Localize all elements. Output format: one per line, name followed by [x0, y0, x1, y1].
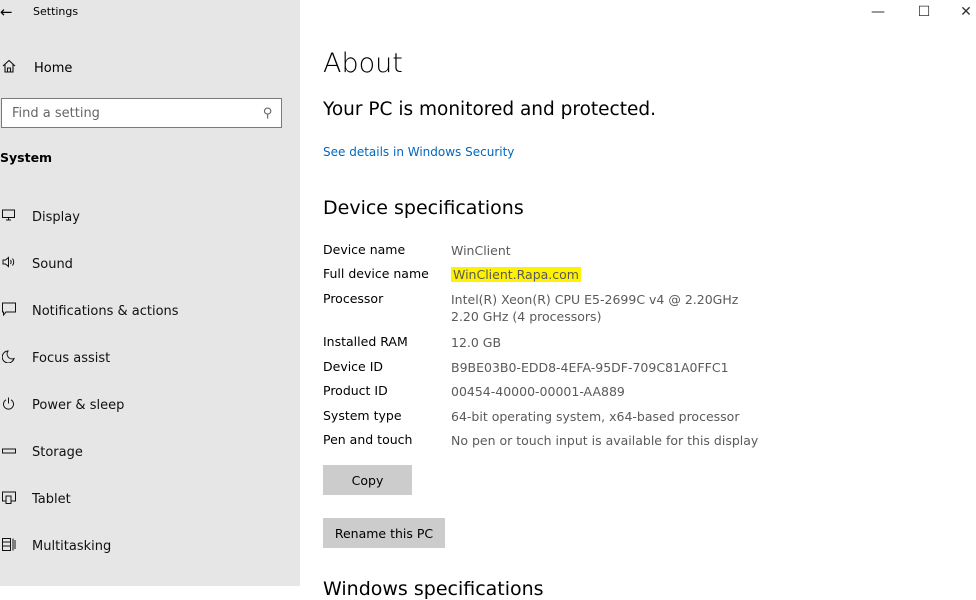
- back-arrow-icon[interactable]: ←: [0, 2, 20, 22]
- spec-row-device-name: Device name WinClient: [323, 242, 823, 259]
- speaker-icon: [0, 256, 24, 272]
- spec-value: 12.0 GB: [451, 335, 502, 350]
- spec-row-pen-touch: Pen and touch No pen or touch input is a…: [323, 432, 823, 449]
- sidebar-item-tablet[interactable]: Tablet: [0, 486, 300, 512]
- spec-row-product-id: Product ID 00454-40000-00001-AA889: [323, 383, 823, 400]
- section-header-system: System: [0, 150, 53, 165]
- sidebar-item-label: Sound: [32, 256, 73, 272]
- spec-value: B9BE03B0-EDD8-4EFA-95DF-709C81A0FFC1: [451, 360, 729, 375]
- spec-label: Full device name: [323, 266, 429, 281]
- spec-label: Product ID: [323, 383, 388, 398]
- spec-value: No pen or touch input is available for t…: [451, 433, 759, 448]
- home-icon: [0, 59, 28, 77]
- search-icon[interactable]: ⚲: [263, 106, 273, 121]
- spec-value-highlighted: WinClient.Rapa.com: [451, 267, 581, 282]
- power-icon: [0, 397, 24, 414]
- protection-status: Your PC is monitored and protected.: [323, 99, 656, 120]
- spec-value: 00454-40000-00001-AA889: [451, 384, 625, 399]
- spec-row-ram: Installed RAM 12.0 GB: [323, 334, 823, 351]
- spec-label: Device ID: [323, 359, 384, 374]
- spec-label: Pen and touch: [323, 432, 413, 447]
- spec-value: WinClient: [451, 243, 511, 258]
- notification-icon: [0, 302, 24, 320]
- spec-label: Installed RAM: [323, 334, 408, 349]
- nav-home-label: Home: [34, 60, 73, 76]
- sidebar-item-display[interactable]: Display: [0, 204, 300, 230]
- spec-row-device-id: Device ID B9BE03B0-EDD8-4EFA-95DF-709C81…: [323, 359, 823, 376]
- rename-pc-button[interactable]: Rename this PC: [323, 518, 445, 548]
- storage-icon: [0, 445, 24, 460]
- sidebar: ← Settings Home ⚲ System Display Sound N…: [0, 0, 300, 586]
- nav-home[interactable]: Home: [0, 56, 300, 80]
- spec-row-processor: Processor Intel(R) Xeon(R) CPU E5-2699C …: [323, 291, 823, 325]
- spec-row-full-device-name: Full device name WinClient.Rapa.com: [323, 266, 823, 283]
- moon-icon: [0, 349, 24, 367]
- minimize-button[interactable]: —: [858, 0, 898, 24]
- search-input[interactable]: [12, 105, 242, 121]
- sidebar-item-power[interactable]: Power & sleep: [0, 392, 300, 418]
- app-title: Settings: [33, 5, 79, 18]
- sidebar-item-sound[interactable]: Sound: [0, 251, 300, 277]
- sidebar-item-focus-assist[interactable]: Focus assist: [0, 345, 300, 371]
- sidebar-item-label: Power & sleep: [32, 397, 125, 413]
- sidebar-item-label: Tablet: [32, 491, 71, 507]
- sidebar-item-notifications[interactable]: Notifications & actions: [0, 298, 300, 324]
- device-specs-heading: Device specifications: [323, 197, 524, 219]
- spec-row-system-type: System type 64-bit operating system, x64…: [323, 408, 823, 425]
- sidebar-item-label: Display: [32, 209, 80, 225]
- spec-label: Device name: [323, 242, 406, 257]
- copy-button[interactable]: Copy: [323, 465, 412, 495]
- sidebar-item-multitasking[interactable]: Multitasking: [0, 533, 300, 559]
- sidebar-item-label: Notifications & actions: [32, 303, 179, 319]
- close-button[interactable]: ✕: [946, 0, 976, 24]
- sidebar-item-label: Focus assist: [32, 350, 111, 366]
- search-box[interactable]: ⚲: [1, 98, 282, 128]
- multitasking-icon: [0, 537, 24, 555]
- page-title: About: [323, 48, 403, 79]
- windows-specs-heading: Windows specifications: [323, 578, 544, 600]
- maximize-button[interactable]: ☐: [904, 0, 944, 24]
- security-link[interactable]: See details in Windows Security: [323, 145, 514, 159]
- tablet-icon: [0, 491, 24, 508]
- sidebar-item-storage[interactable]: Storage: [0, 439, 300, 465]
- spec-value: 64-bit operating system, x64-based proce…: [451, 409, 740, 424]
- monitor-icon: [0, 209, 24, 225]
- sidebar-item-label: Storage: [32, 444, 83, 460]
- sidebar-item-label: Multitasking: [32, 538, 112, 554]
- spec-label: Processor: [323, 291, 384, 306]
- spec-value: Intel(R) Xeon(R) CPU E5-2699C v4 @ 2.20G…: [451, 292, 739, 324]
- spec-label: System type: [323, 408, 402, 423]
